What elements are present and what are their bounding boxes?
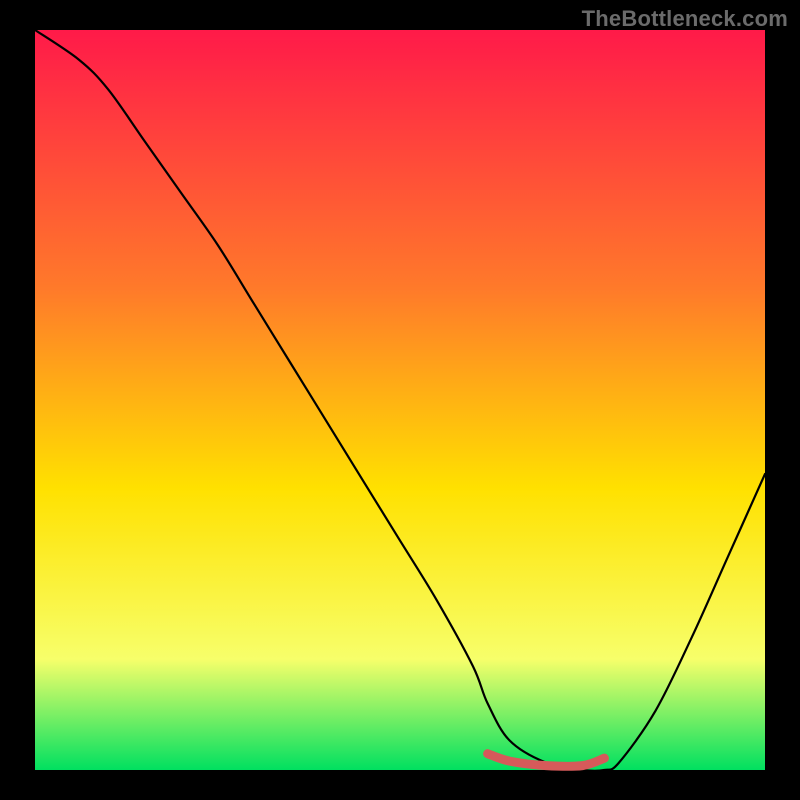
chart-svg [0, 0, 800, 800]
bottleneck-chart: TheBottleneck.com [0, 0, 800, 800]
watermark-text: TheBottleneck.com [582, 6, 788, 32]
